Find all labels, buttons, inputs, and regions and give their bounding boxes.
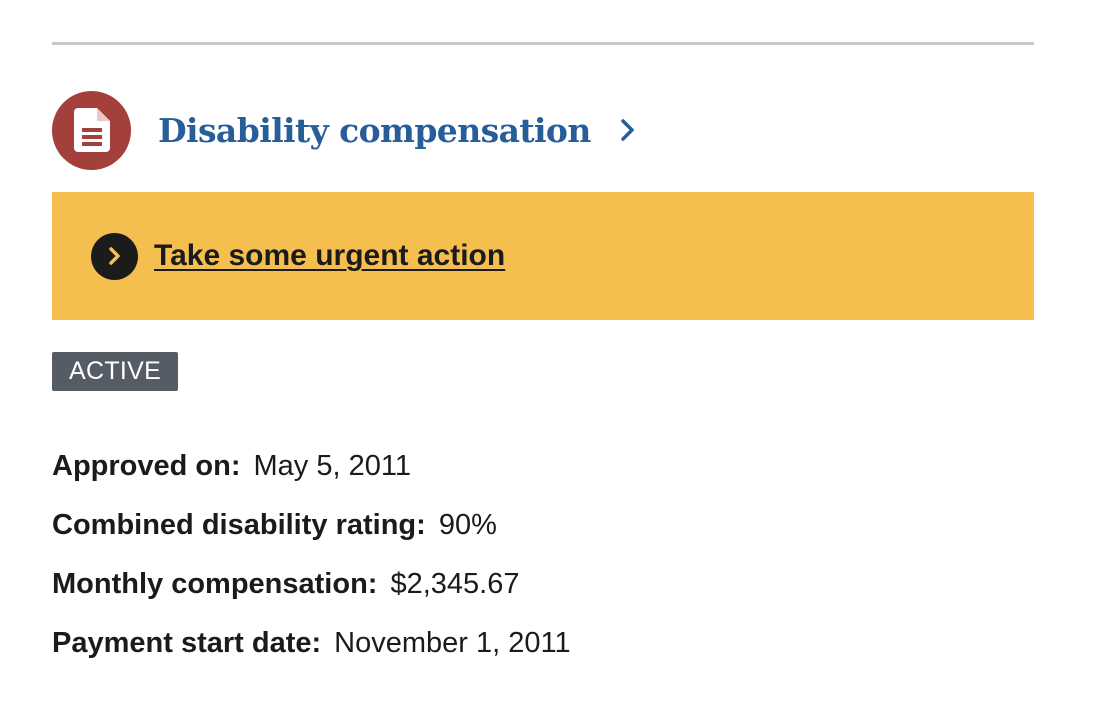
disability-compensation-link[interactable]: Disability compensation: [158, 111, 635, 150]
chevron-circle-right-icon: [91, 232, 138, 280]
chevron-right-icon: [620, 119, 635, 141]
document-icon: [52, 90, 131, 170]
detail-value: $2,345.67: [390, 568, 520, 600]
detail-label: Monthly compensation:: [52, 568, 378, 600]
detail-value: November 1, 2011: [334, 627, 571, 659]
detail-combined-rating: Combined disability rating: 90%: [52, 496, 571, 555]
urgent-action-alert: Take some urgent action: [52, 192, 1034, 320]
detail-monthly-compensation: Monthly compensation: $2,345.67: [52, 555, 571, 614]
benefit-card: Disability compensation Take some urgent…: [0, 0, 1108, 716]
detail-value: 90%: [438, 509, 497, 541]
card-header: Disability compensation: [52, 90, 635, 170]
status-badge: ACTIVE: [52, 352, 179, 391]
detail-value: May 5, 2011: [253, 450, 411, 482]
urgent-action-link[interactable]: Take some urgent action: [154, 239, 505, 273]
detail-payment-start-date: Payment start date: November 1, 2011: [52, 614, 571, 673]
detail-label: Combined disability rating:: [52, 509, 426, 541]
detail-approved-on: Approved on: May 5, 2011: [52, 437, 571, 496]
detail-label: Approved on:: [52, 450, 241, 482]
top-divider: [52, 42, 1034, 45]
card-title: Disability compensation: [158, 110, 591, 150]
detail-label: Payment start date:: [52, 627, 322, 659]
benefit-details: Approved on: May 5, 2011 Combined disabi…: [52, 437, 571, 673]
